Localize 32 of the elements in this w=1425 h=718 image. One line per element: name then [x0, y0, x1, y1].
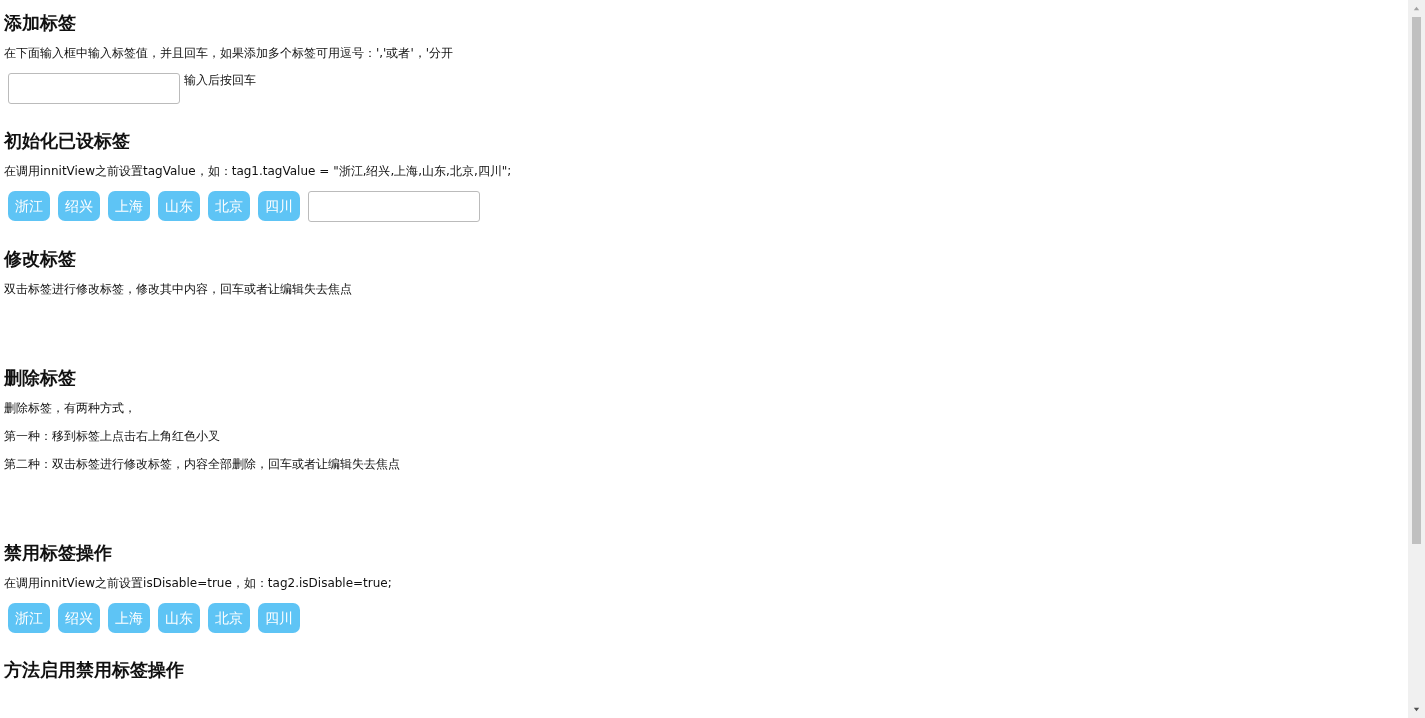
- description-text: 第二种：双击标签进行修改标签，内容全部删除，回车或者让编辑失去焦点: [4, 456, 400, 472]
- tag-chip[interactable]: 上海: [108, 191, 150, 221]
- scroll-down-icon[interactable]: [1412, 705, 1421, 714]
- tag-chip[interactable]: 浙江: [8, 191, 50, 221]
- input-hint: 输入后按回车: [184, 73, 256, 87]
- section-heading: 初始化已设标签: [4, 130, 130, 152]
- section-heading: 方法启用禁用标签操作: [4, 659, 184, 681]
- description-text: 第一种：移到标签上点击右上角红色小叉: [4, 428, 220, 444]
- tag-chip[interactable]: 北京: [208, 191, 250, 221]
- tag-chip[interactable]: 山东: [158, 191, 200, 221]
- description-text: 删除标签，有两种方式，: [4, 400, 136, 416]
- tag-chip[interactable]: 山东: [158, 603, 200, 633]
- tag-chip[interactable]: 绍兴: [58, 603, 100, 633]
- tag-chip[interactable]: 上海: [108, 603, 150, 633]
- description-text: 双击标签进行修改标签，修改其中内容，回车或者让编辑失去焦点: [4, 281, 352, 297]
- scroll-up-icon[interactable]: [1412, 4, 1421, 13]
- tag-chip[interactable]: 绍兴: [58, 191, 100, 221]
- description-text: 在下面输入框中输入标签值，并且回车，如果添加多个标签可用逗号：','或者'，'分开: [4, 45, 453, 61]
- section-heading: 删除标签: [4, 367, 76, 389]
- tag-chip[interactable]: 四川: [258, 191, 300, 221]
- scrollbar-thumb[interactable]: [1412, 17, 1421, 544]
- section-heading: 修改标签: [4, 248, 76, 270]
- section-heading: 添加标签: [4, 12, 76, 34]
- tag-input-field[interactable]: [308, 191, 480, 222]
- tag-chip[interactable]: 北京: [208, 603, 250, 633]
- section-heading: 禁用标签操作: [4, 542, 112, 564]
- description-text: 在调用innitView之前设置tagValue，如：tag1.tagValue = "浙江,绍兴,上海,山东,北京,四川";: [4, 163, 512, 179]
- tag-chip[interactable]: 四川: [258, 603, 300, 633]
- description-text: 在调用innitView之前设置isDisable=true，如：tag2.isDisable=true;: [4, 575, 392, 591]
- tag-chip[interactable]: 浙江: [8, 603, 50, 633]
- tag-input-field[interactable]: [8, 73, 180, 104]
- scrollbar[interactable]: [1408, 0, 1425, 718]
